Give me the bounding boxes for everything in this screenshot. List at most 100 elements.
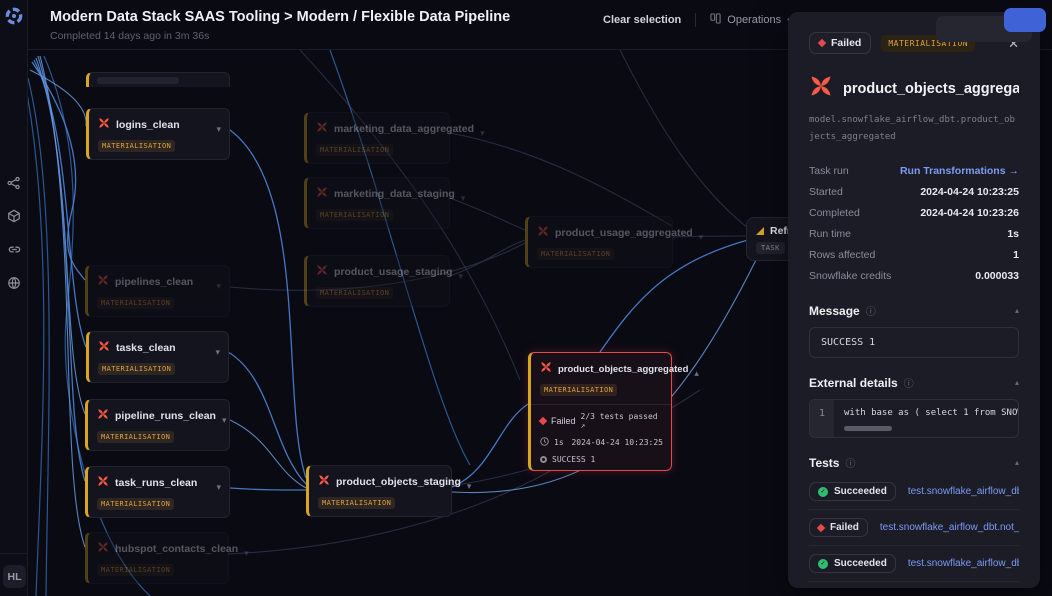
test-status-badge: ✓ Succeeded [809, 554, 896, 573]
warning-icon [756, 227, 764, 235]
pipelines-graph-icon[interactable] [7, 176, 21, 190]
dag-node-marketing-data-staging[interactable]: marketing_data_staging ▾ MATERIALISATION [304, 177, 450, 229]
collapse-icon[interactable]: ▴ [1015, 306, 1019, 315]
node-label: marketing_data_aggregated [334, 123, 474, 135]
chevron-down-icon[interactable]: ▾ [216, 125, 221, 134]
run-details: Task run Run Transformations → Started 2… [809, 160, 1019, 286]
node-label: product_usage_aggregated [555, 227, 693, 239]
info-icon: ⓘ [866, 303, 876, 318]
detail-label: Run time [809, 228, 851, 240]
dag-node-marketing-data-aggregated[interactable]: marketing_data_aggregated ▾ MATERIALISAT… [304, 112, 450, 164]
collapse-icon[interactable]: ▴ [1015, 458, 1019, 467]
node-divider [531, 404, 671, 405]
dbt-icon [316, 263, 328, 281]
detail-label: Started [809, 186, 843, 198]
failed-icon [818, 39, 826, 47]
dbt-icon [97, 273, 109, 291]
horizontal-scrollbar[interactable] [844, 426, 892, 431]
task-run-link[interactable]: Run Transformations → [900, 165, 1019, 177]
node-label: product_objects_staging [336, 476, 461, 488]
detail-label: Completed [809, 207, 860, 219]
node-label: task_runs_clean [115, 477, 197, 489]
task-badge: TASK [756, 242, 785, 254]
dag-node-pipelines-clean[interactable]: pipelines_clean ▾ MATERIALISATION [85, 265, 230, 317]
chevron-down-icon[interactable]: ▾ [458, 272, 463, 281]
panel-title: product_objects_aggregated [843, 81, 1019, 97]
dag-node-logins-clean[interactable]: logins_clean ▾ MATERIALISATION [86, 108, 230, 160]
dag-node-hubspot-contacts-clean[interactable]: hubspot_contacts_clean ▾ MATERIALISATION [85, 532, 229, 584]
detail-value: 1s [1007, 228, 1019, 240]
integrations-cube-icon[interactable] [7, 209, 21, 223]
materialisation-badge: MATERIALISATION [540, 384, 617, 396]
materialisation-badge: MATERIALISATION [316, 144, 393, 156]
detail-label: Snowflake credits [809, 270, 891, 282]
info-icon: ⓘ [904, 375, 914, 390]
test-row: ✓ Succeeded test.snowflake_airflow_dbt.n… [809, 546, 1019, 582]
run-status-subtitle: Completed 14 days ago in 3m 36s [50, 30, 209, 42]
panel-subtitle: model.snowflake_airflow_dbt.product_obje… [809, 112, 1019, 146]
user-avatar[interactable]: HL [3, 565, 26, 588]
dag-node-product-usage-staging[interactable]: product_usage_staging ▾ MATERIALISATION [304, 255, 450, 307]
chevron-down-icon[interactable]: ▾ [244, 549, 249, 558]
dbt-icon [98, 339, 110, 357]
dag-node-product-usage-aggregated[interactable]: product_usage_aggregated ▾ MATERIALISATI… [525, 216, 673, 268]
sidebar-divider [0, 553, 28, 554]
toolbar-primary-button[interactable] [1004, 8, 1046, 32]
clear-selection-button[interactable]: Clear selection [603, 14, 681, 26]
dag-node-partial[interactable] [86, 72, 230, 87]
operations-icon [710, 13, 721, 27]
success-check-icon: ✓ [818, 559, 828, 569]
skeleton-bar [97, 77, 179, 84]
tests-section: Tests ⓘ ▴ ✓ Succeeded test.snowflake_air… [809, 455, 1019, 582]
chevron-down-icon[interactable]: ▾ [461, 194, 466, 203]
detail-label: Task run [809, 165, 849, 177]
node-label: tasks_clean [116, 342, 176, 354]
connections-link-icon[interactable] [7, 242, 22, 257]
detail-value: 1 [1013, 249, 1019, 261]
dag-node-tasks-clean[interactable]: tasks_clean ▾ MATERIALISATION [86, 331, 229, 383]
chevron-down-icon[interactable]: ▾ [699, 233, 704, 242]
dag-node-task-runs-clean[interactable]: task_runs_clean ▾ MATERIALISATION [85, 466, 230, 518]
test-status-badge: ✓ Succeeded [809, 482, 896, 501]
dbt-icon [809, 74, 833, 103]
external-details-section: External details ⓘ ▴ 1 with base as ( se… [809, 375, 1019, 438]
dag-node-pipeline-runs-clean[interactable]: pipeline_runs_clean ▾ MATERIALISATION [85, 399, 230, 451]
collapse-icon[interactable]: ▴ [1015, 378, 1019, 387]
materialisation-badge: MATERIALISATION [98, 140, 175, 152]
sql-code-block: 1 with base as ( select 1 from SNOWFLAKE [809, 399, 1019, 438]
materialisation-badge: MATERIALISATION [316, 287, 393, 299]
code-line: with base as ( select 1 from SNOWFLAKE [834, 400, 1018, 418]
status-badge: Failed [809, 32, 871, 54]
app-logo-icon[interactable] [4, 6, 24, 26]
section-title: Tests [809, 456, 839, 470]
materialisation-badge: MATERIALISATION [318, 497, 395, 509]
chevron-down-icon[interactable]: ▾ [215, 348, 220, 357]
chevron-down-icon[interactable]: ▾ [216, 483, 221, 492]
tests-summary-link[interactable]: 2/3 tests passed ↗ [581, 412, 663, 430]
dag-node-product-objects-aggregated-selected[interactable]: product_objects_aggregated ▴ MATERIALISA… [528, 352, 672, 471]
chevron-down-icon[interactable]: ▾ [480, 129, 485, 138]
chevron-up-icon[interactable]: ▴ [694, 369, 699, 378]
node-label: pipeline_runs_clean [115, 410, 216, 422]
test-link[interactable]: test.snowflake_airflow_dbt.not_null_pr [880, 522, 1019, 533]
settings-globe-icon[interactable] [7, 276, 21, 290]
dbt-icon [537, 224, 549, 242]
breadcrumb-title: Modern Data Stack SAAS Tooling > Modern … [50, 9, 510, 25]
dbt-icon [98, 116, 110, 134]
header-divider [695, 13, 696, 27]
node-label: pipelines_clean [115, 276, 193, 288]
materialisation-badge: MATERIALISATION [98, 363, 175, 375]
chevron-down-icon[interactable]: ▾ [216, 282, 221, 291]
chevron-down-icon[interactable]: ▾ [467, 482, 472, 491]
success-check-icon: ✓ [818, 487, 828, 497]
detail-value: 2024-04-24 10:23:26 [920, 207, 1019, 219]
detail-label: Rows affected [809, 249, 875, 261]
chevron-down-icon[interactable]: ▾ [222, 416, 227, 425]
test-row: Failed test.snowflake_airflow_dbt.not_nu… [809, 510, 1019, 546]
dag-node-product-objects-staging[interactable]: product_objects_staging ▾ MATERIALISATIO… [306, 465, 452, 517]
dbt-icon [316, 185, 328, 203]
test-link[interactable]: test.snowflake_airflow_dbt.unique_pro [908, 486, 1019, 497]
node-status: Failed [551, 416, 576, 426]
test-link[interactable]: test.snowflake_airflow_dbt.not_null_pr [908, 558, 1019, 569]
failed-icon [539, 417, 547, 425]
